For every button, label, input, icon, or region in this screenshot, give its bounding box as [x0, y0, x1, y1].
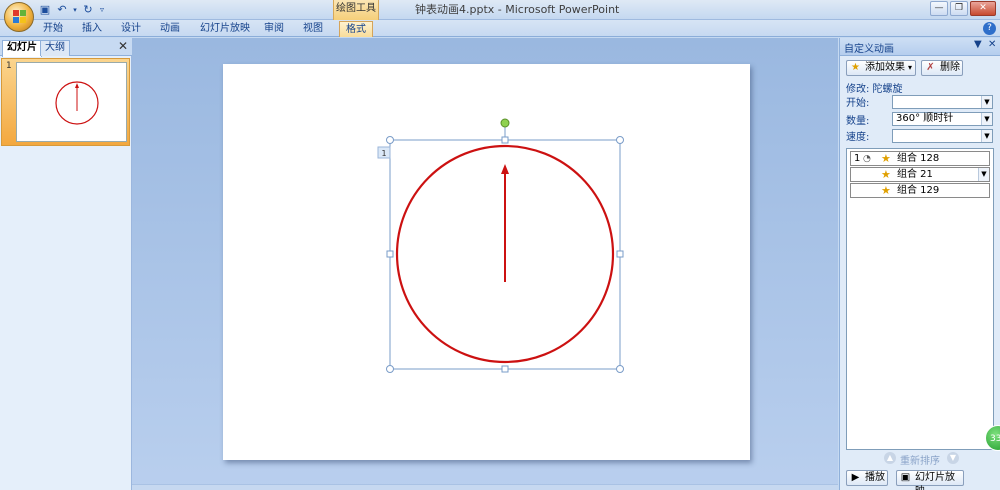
- play-button[interactable]: ▶ 播放: [846, 470, 888, 486]
- ribbon-tabs: 开始 插入 设计 动画 幻灯片放映 审阅 视图 格式 ?: [0, 20, 1000, 37]
- star-effect-icon: ★: [881, 152, 891, 165]
- office-logo-icon: [13, 10, 26, 23]
- save-icon[interactable]: ▣: [38, 3, 52, 17]
- play-label: 播放: [865, 472, 885, 483]
- close-icon[interactable]: ✕: [970, 1, 996, 16]
- amount-value: 360° 顺时针: [896, 113, 954, 124]
- amount-label: 数量:: [846, 116, 870, 127]
- animation-item-label: 组合 129: [897, 185, 940, 196]
- remove-label: 删除: [940, 62, 960, 73]
- animation-list: 1 ◔ ★ 组合 128 ★ 组合 21 ▼ ★ 组合 129: [846, 148, 994, 450]
- title-bar: ▣ ↶ ▾ ↻ ▿ 绘图工具 钟表动画4.pptx - Microsoft Po…: [0, 0, 1000, 32]
- horizontal-scrollbar[interactable]: [132, 484, 838, 490]
- office-button[interactable]: [4, 2, 34, 32]
- task-pane-title: 自定义动画: [844, 44, 894, 55]
- help-icon[interactable]: ?: [983, 22, 996, 35]
- modify-label: 修改: 陀螺旋: [846, 84, 903, 95]
- star-effect-icon: ★: [881, 168, 891, 181]
- clock-hand-arrow-icon: [501, 164, 509, 174]
- task-pane-header: 自定义动画 ▼ ✕: [840, 38, 1000, 56]
- tab-insert[interactable]: 插入: [82, 21, 102, 37]
- tab-slideshow[interactable]: 幻灯片放映: [200, 21, 250, 37]
- move-down-icon[interactable]: ▼: [947, 452, 959, 464]
- minimize-icon[interactable]: —: [930, 1, 948, 16]
- tab-outline[interactable]: 大纲: [40, 40, 70, 56]
- tab-design[interactable]: 设计: [121, 21, 141, 37]
- start-dropdown[interactable]: ▼: [892, 95, 993, 109]
- tab-format[interactable]: 格式: [339, 21, 373, 37]
- animation-item-label: 组合 128: [897, 153, 940, 164]
- tab-view[interactable]: 视图: [303, 21, 323, 37]
- add-effect-button[interactable]: ★ 添加效果 ▾: [846, 60, 916, 76]
- star-icon: ★: [851, 62, 860, 73]
- slide-thumbnail[interactable]: [16, 62, 127, 142]
- slide-workspace: 1: [132, 38, 838, 490]
- close-pane-icon[interactable]: ✕: [118, 39, 128, 53]
- chevron-down-icon: ▾: [907, 63, 912, 72]
- start-label: 开始:: [846, 98, 870, 109]
- tab-home[interactable]: 开始: [43, 21, 63, 37]
- add-effect-label: 添加效果: [865, 62, 905, 73]
- slide-thumbnail-selected[interactable]: 1: [1, 58, 130, 146]
- pane-close-icon[interactable]: ✕: [988, 39, 996, 50]
- tab-review[interactable]: 审阅: [264, 21, 284, 37]
- rotation-handle[interactable]: [500, 118, 510, 128]
- slide-drawing: 1: [377, 118, 624, 373]
- mouse-click-icon: ◔: [863, 154, 871, 164]
- pane-options-icon[interactable]: ▼: [974, 39, 982, 50]
- drawing-tools-context-label: 绘图工具: [333, 0, 379, 20]
- undo-dropdown-icon[interactable]: ▾: [72, 3, 78, 17]
- reorder-label: 重新排序: [900, 456, 940, 467]
- list-item[interactable]: ★ 组合 129: [850, 183, 990, 198]
- slide-number: 1: [6, 61, 12, 71]
- tab-animations[interactable]: 动画: [160, 21, 180, 37]
- animation-item-label: 组合 21: [897, 169, 933, 180]
- move-up-icon[interactable]: ▲: [884, 452, 896, 464]
- play-icon: ▶: [851, 472, 860, 483]
- animation-order: 1: [854, 153, 861, 164]
- maximize-icon[interactable]: ❐: [950, 1, 968, 16]
- slideshow-button[interactable]: ▣ 幻灯片放映: [896, 470, 964, 490]
- slideshow-icon: ▣: [900, 472, 911, 483]
- remove-icon: ✗: [926, 62, 935, 73]
- animation-tag-label: 1: [381, 149, 386, 158]
- chevron-down-icon[interactable]: ▼: [978, 168, 989, 181]
- thumbnail-clock-icon: [55, 81, 99, 125]
- custom-animation-pane: 自定义动画 ▼ ✕ ★ 添加效果 ▾ ✗ 删除 修改: 陀螺旋 开始: ▼ 数量…: [839, 38, 1000, 490]
- chevron-down-icon: ▼: [981, 96, 992, 108]
- amount-dropdown[interactable]: 360° 顺时针 ▼: [892, 112, 993, 126]
- chevron-down-icon: ▼: [981, 113, 992, 125]
- customize-qat-icon[interactable]: ▿: [98, 3, 106, 17]
- tab-slides[interactable]: 幻灯片: [2, 40, 42, 57]
- remove-button[interactable]: ✗ 删除: [921, 60, 963, 76]
- slides-pane-tabs: 幻灯片 大纲 ✕: [0, 38, 132, 57]
- slides-pane: 幻灯片 大纲 ✕ 1: [0, 38, 132, 490]
- window-title: 钟表动画4.pptx - Microsoft PowerPoint: [415, 3, 620, 16]
- list-item[interactable]: ★ 组合 21 ▼: [850, 167, 990, 182]
- list-item[interactable]: 1 ◔ ★ 组合 128: [850, 151, 990, 166]
- speed-label: 速度:: [846, 132, 870, 143]
- redo-icon[interactable]: ↻: [81, 3, 95, 17]
- slideshow-label: 幻灯片放映: [915, 472, 955, 490]
- undo-icon[interactable]: ↶: [55, 3, 69, 17]
- star-effect-icon: ★: [881, 184, 891, 197]
- window-controls: — ❐ ✕: [930, 1, 996, 16]
- quick-access-toolbar: ▣ ↶ ▾ ↻ ▿: [38, 2, 106, 18]
- slide-canvas[interactable]: 1: [223, 64, 750, 460]
- chevron-down-icon: ▼: [981, 130, 992, 142]
- speed-dropdown[interactable]: ▼: [892, 129, 993, 143]
